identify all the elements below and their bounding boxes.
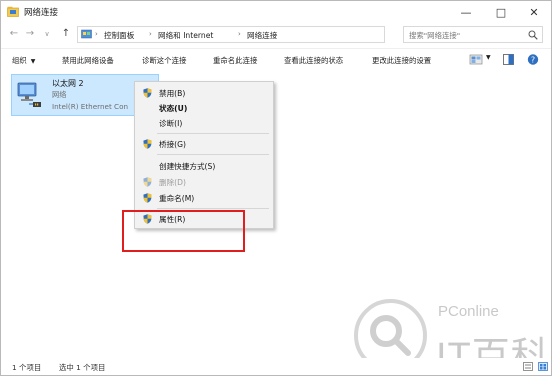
menu-separator [157,133,269,134]
view-status-button[interactable]: 查看此连接的状态 [284,55,343,66]
search-icon [528,30,538,40]
preview-pane-icon[interactable] [503,53,514,66]
shield-icon [143,139,152,149]
selected-count: 选中 1 个项目 [59,363,106,372]
menu-separator [157,208,269,209]
maximize-button[interactable]: □ [484,1,518,23]
menu-item-disable[interactable]: 禁用(B) [135,86,273,100]
menu-item-status[interactable]: 状态(U) [135,101,273,115]
menu-item-bridge-label: 桥接(G) [159,140,186,149]
large-icons-view-icon[interactable] [538,362,548,371]
menu-item-delete-label: 删除(D) [159,178,186,187]
network-folder-icon [7,6,19,17]
watermark-brand: PConline [438,303,499,320]
connection-name: 以太网 2 [52,79,84,88]
organize-menu-button[interactable]: 组织 ▼ [12,55,35,66]
view-options-icon[interactable] [469,53,483,66]
shield-icon [143,177,152,187]
window-title: 网络连接 [24,8,59,18]
menu-item-rename-label: 重命名(M) [159,194,195,203]
menu-item-rename[interactable]: 重命名(M) [135,191,273,205]
diagnose-connection-button[interactable]: 诊断这个连接 [142,55,186,66]
menu-item-diagnose[interactable]: 诊断(I) [135,116,273,130]
breadcrumb-separator-icon: › [95,30,98,38]
network-adapter-icon [17,82,41,107]
command-bar: 组织 ▼ 禁用此网络设备 诊断这个连接 重命名此连接 查看此连接的状态 更改此连接… [1,48,551,70]
context-menu: 禁用(B) 状态(U) 诊断(I) 桥接(G) 创建快捷方式(S) 删除(D) … [134,81,274,229]
item-count: 1 个项目 [12,363,42,372]
shield-icon [143,88,152,98]
menu-item-status-label: 状态(U) [159,104,188,113]
connection-device: Intel(R) Ethernet Con [52,102,129,111]
minimize-button[interactable]: — [449,1,483,23]
view-options-dropdown-icon[interactable]: ▼ [486,54,491,61]
menu-item-delete: 删除(D) [135,175,273,189]
help-icon[interactable]: ? [527,53,539,66]
breadcrumb-control-panel[interactable]: 控制面板 [104,30,134,41]
dropdown-arrow-icon: ▼ [30,58,36,65]
menu-item-diagnose-label: 诊断(I) [159,119,183,128]
up-arrow-icon[interactable]: ↑ [60,27,72,41]
menu-item-disable-label: 禁用(B) [159,89,186,98]
close-button[interactable]: ✕ [517,1,551,23]
breadcrumb-network-internet[interactable]: 网络和 Internet [158,30,213,41]
rename-connection-button[interactable]: 重命名此连接 [213,55,257,66]
title-bar: 网络连接 — □ ✕ [1,1,551,23]
change-settings-button[interactable]: 更改此连接的设置 [372,55,431,66]
explorer-window: 网络连接 — □ ✕ ← → ∨ ↑ › 控制面板 › 网络和 Internet… [0,0,552,376]
menu-item-create-shortcut[interactable]: 创建快捷方式(S) [135,159,273,173]
menu-item-create-shortcut-label: 创建快捷方式(S) [159,162,216,171]
disable-device-button[interactable]: 禁用此网络设备 [62,55,114,66]
breadcrumb-network-connections[interactable]: 网络连接 [247,30,277,41]
menu-item-bridge[interactable]: 桥接(G) [135,137,273,151]
details-view-icon[interactable] [523,362,533,371]
address-row: ← → ∨ ↑ › 控制面板 › 网络和 Internet › 网络连接 ∨ ↻… [1,23,551,47]
shield-icon [143,193,152,203]
organize-label: 组织 [12,56,27,65]
breadcrumb-separator-icon: › [238,30,241,38]
back-arrow-icon[interactable]: ← [8,27,20,41]
connection-type: 网络 [52,90,67,99]
svg-text:?: ? [531,55,535,64]
control-panel-icon [81,29,92,39]
forward-arrow-icon[interactable]: → [24,27,36,41]
address-bar[interactable]: › 控制面板 › 网络和 Internet › 网络连接 ∨ ↻ [77,26,461,43]
breadcrumb-separator-icon: › [149,30,152,38]
status-bar: 1 个项目 选中 1 个项目 [1,358,551,375]
highlight-annotation-box [122,210,245,252]
search-placeholder: 搜索"网络连接" [409,31,461,40]
search-box[interactable]: 搜索"网络连接" [403,26,543,43]
menu-separator [157,154,269,155]
recent-locations-chevron-icon[interactable]: ∨ [41,27,53,41]
